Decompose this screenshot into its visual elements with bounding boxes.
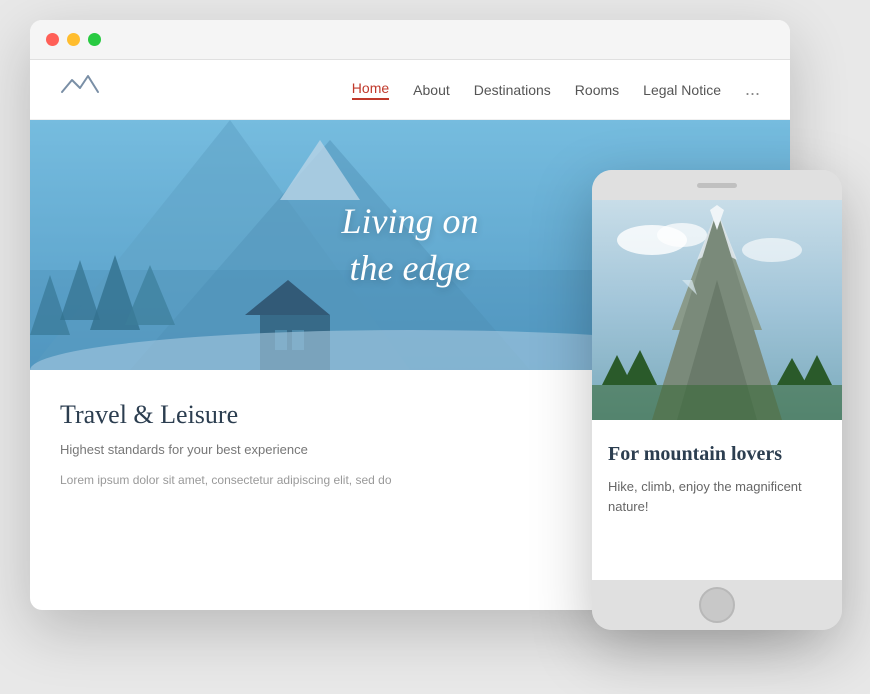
- content-title: Travel & Leisure: [60, 400, 590, 430]
- hero-title: Living on the edge: [341, 198, 478, 292]
- content-subtitle: Highest standards for your best experien…: [60, 442, 590, 457]
- site-navbar: Home About Destinations Rooms Legal Noti…: [30, 60, 790, 120]
- site-logo: [60, 72, 100, 107]
- mobile-top-bar: [592, 170, 842, 200]
- nav-home[interactable]: Home: [352, 80, 389, 100]
- logo-icon: [60, 72, 100, 107]
- scene: Home About Destinations Rooms Legal Noti…: [0, 0, 870, 694]
- nav-legal-notice[interactable]: Legal Notice: [643, 82, 721, 98]
- close-button[interactable]: [46, 33, 59, 46]
- browser-chrome: [30, 20, 790, 60]
- nav-destinations[interactable]: Destinations: [474, 82, 551, 98]
- nav-rooms[interactable]: Rooms: [575, 82, 619, 98]
- content-left: Travel & Leisure Highest standards for y…: [60, 400, 590, 520]
- content-body: Lorem ipsum dolor sit amet, consectetur …: [60, 471, 590, 489]
- nav-more[interactable]: ...: [745, 79, 760, 100]
- mobile-content: For mountain lovers Hike, climb, enjoy t…: [592, 200, 842, 580]
- mobile-home-button[interactable]: [699, 587, 735, 623]
- mobile-browser: For mountain lovers Hike, climb, enjoy t…: [592, 170, 842, 630]
- mobile-speaker: [697, 183, 737, 188]
- mobile-card-title: For mountain lovers: [608, 441, 826, 467]
- mobile-card-text: Hike, climb, enjoy the magnificent natur…: [608, 477, 826, 516]
- mobile-card: For mountain lovers Hike, climb, enjoy t…: [592, 425, 842, 532]
- site-nav: Home About Destinations Rooms Legal Noti…: [352, 79, 760, 100]
- minimize-button[interactable]: [67, 33, 80, 46]
- mobile-bottom-bar: [592, 580, 842, 630]
- maximize-button[interactable]: [88, 33, 101, 46]
- nav-about[interactable]: About: [413, 82, 450, 98]
